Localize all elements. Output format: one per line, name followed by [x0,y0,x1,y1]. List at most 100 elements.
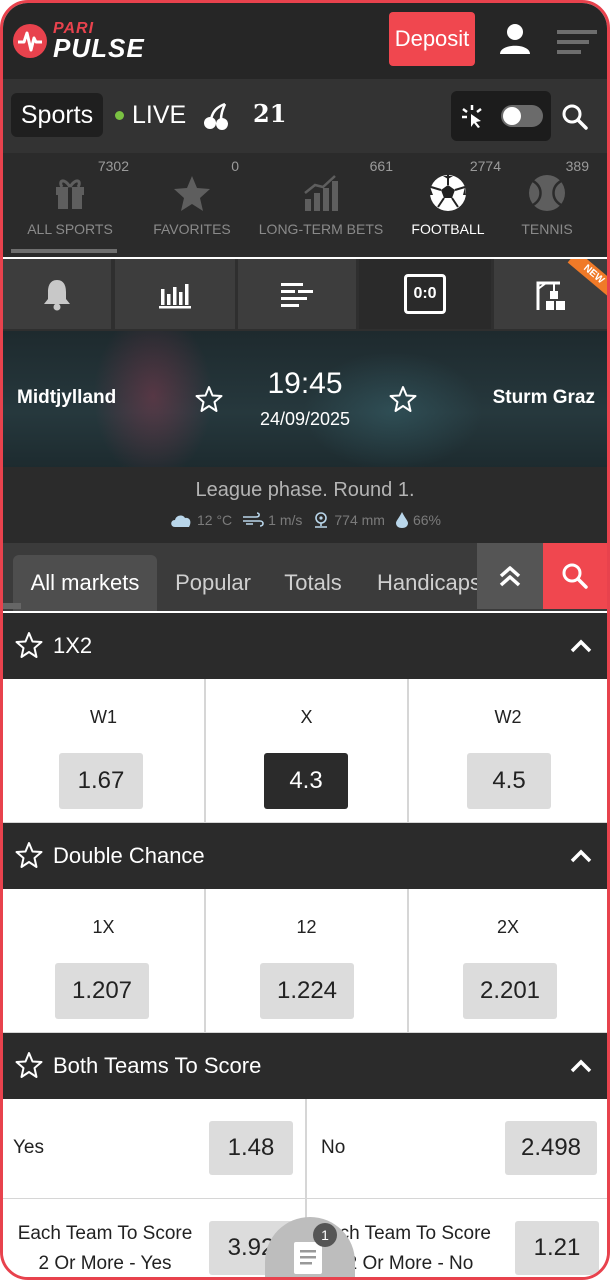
btts-each-yes-cell: Each Team To Score 2 Or More - Yes 3.92 [3,1199,307,1277]
btts-yes-label: Yes [13,1137,44,1158]
odds-cell: X 4.3 [206,679,409,822]
market-1x2-header[interactable]: 1X2 [3,613,607,679]
tab-popular[interactable]: Popular [163,555,263,611]
category-tennis[interactable]: 389 TENNIS [501,153,593,257]
category-scroll-indicator [11,249,117,253]
user-icon[interactable] [497,21,533,57]
logo-bottom-text: PULSE [53,33,145,63]
category-label: ALL SPORTS [27,221,113,237]
market-search-button[interactable] [543,543,607,609]
odds-cell: W2 4.5 [409,679,607,822]
cloud-icon [171,515,191,527]
notifications-button[interactable] [3,259,111,329]
quick-bet-toggle-group [451,91,551,141]
chevron-up-icon[interactable] [569,845,593,867]
market-title: Double Chance [53,843,205,868]
collapse-all-button[interactable] [477,543,543,609]
odds-button[interactable]: 4.5 [467,753,551,809]
category-all-sports[interactable]: 7302 ALL SPORTS [3,153,137,257]
favorite-team-away-star-icon[interactable] [389,385,417,413]
team-away-name[interactable]: Sturm Graz [493,387,595,409]
search-icon[interactable] [561,103,589,131]
market-title: 1X2 [53,633,93,658]
market-1x2-odds: W1 1.67 X 4.3 W2 4.5 [3,679,607,823]
market-double-chance-header[interactable]: Double Chance [3,823,607,889]
chevron-up-icon[interactable] [569,1055,593,1077]
weather-wind: 1 m/s [268,512,303,528]
gift-icon [56,179,84,209]
football-icon [430,175,466,211]
scoreboard-button[interactable]: 0:0 [359,259,491,329]
category-football[interactable]: 2774 FOOTBALL [395,153,501,257]
category-long-term-bets[interactable]: 661 LONG-TERM BETS [247,153,395,257]
top-header: PARI PULSE Deposit [3,3,607,79]
quick-bet-toggle[interactable] [501,105,543,127]
bet-slip-count-badge: 1 [313,1223,337,1247]
odds-button[interactable]: 2.201 [463,963,557,1019]
live-button[interactable]: LIVE [115,97,186,133]
tab-all-markets[interactable]: All markets [13,555,157,611]
chevron-up-icon[interactable] [569,635,593,657]
category-count: 0 [231,158,239,174]
odds-label: 2X [496,917,520,937]
btts-each-yes-label: Each Team To Score 2 Or More - Yes [3,1219,207,1277]
star-outline-icon[interactable] [15,1051,43,1079]
category-count: 389 [565,158,589,174]
odds-label: W1 [90,707,117,727]
odds-button[interactable]: 2.498 [505,1121,597,1175]
menu-icon[interactable] [555,27,599,57]
tab-totals[interactable]: Totals [271,555,355,611]
tabs-scroll-indicator [3,603,21,609]
odds-button-selected[interactable]: 4.3 [264,753,348,809]
odds-button[interactable]: 1.224 [260,963,354,1019]
weather-pressure: 774 mm [334,512,385,528]
lineup-button[interactable] [238,259,356,329]
market-btts-header[interactable]: Both Teams To Score [3,1033,607,1099]
odds-button[interactable]: 1.21 [515,1221,599,1275]
star-outline-icon[interactable] [15,631,43,659]
odds-button[interactable]: 1.67 [59,753,143,809]
odds-cell: W1 1.67 [3,679,206,822]
category-label: TENNIS [521,221,573,237]
growth-chart-icon [304,175,338,211]
odds-label: X [300,707,313,727]
wind-icon [243,512,264,527]
twentyone-game-button[interactable]: 21 [253,99,286,128]
new-badge: NEW [567,259,607,299]
star-icon [174,176,210,211]
tap-spark-icon [462,105,482,128]
statistics-button[interactable] [115,259,235,329]
sports-nav-bar: Sports LIVE 21 [3,79,607,153]
logo-mark-icon [13,24,47,58]
odds-button[interactable]: 1.207 [55,963,149,1019]
sports-button[interactable]: Sports [11,93,103,137]
scoreboard-icon: 0:0 [404,274,446,314]
scoreboard-text: 0:0 [413,285,437,302]
label-line-2: 2 Or More - Yes [38,1253,172,1274]
bar-stats-icon [159,284,191,309]
tab-handicaps[interactable]: Handicaps [365,555,477,611]
match-tools-row: 0:0 NEW [3,259,607,331]
btts-no-label: No [321,1137,346,1158]
category-label: FAVORITES [153,221,231,237]
odds-cell: 12 1.224 [206,889,409,1032]
logo[interactable]: PARI PULSE [13,19,145,63]
weather-temp: 12 °C [196,512,233,528]
odds-label: W2 [494,707,522,727]
odds-button[interactable]: 1.48 [209,1121,293,1175]
category-label: FOOTBALL [411,221,485,237]
live-label: LIVE [132,100,187,129]
crane-blocks-icon [536,281,565,310]
market-double-chance-odds: 1X 1.207 12 1.224 2X 2.201 [3,889,607,1033]
app-frame: PARI PULSE Deposit Sports LIVE 21 7302 A… [0,0,610,1280]
category-favorites[interactable]: 0 FAVORITES [137,153,247,257]
tennis-ball-icon [529,175,565,211]
category-count: 2774 [469,158,501,174]
category-count: 661 [369,158,393,174]
market-btts-row-1: Yes 1.48 No 2.498 [3,1099,607,1199]
deposit-button[interactable]: Deposit [389,12,475,66]
star-outline-icon[interactable] [15,841,43,869]
btts-yes-cell: Yes 1.48 [3,1099,307,1198]
cherry-slots-icon[interactable] [201,101,231,131]
field-tracker-button[interactable]: NEW [494,259,607,329]
